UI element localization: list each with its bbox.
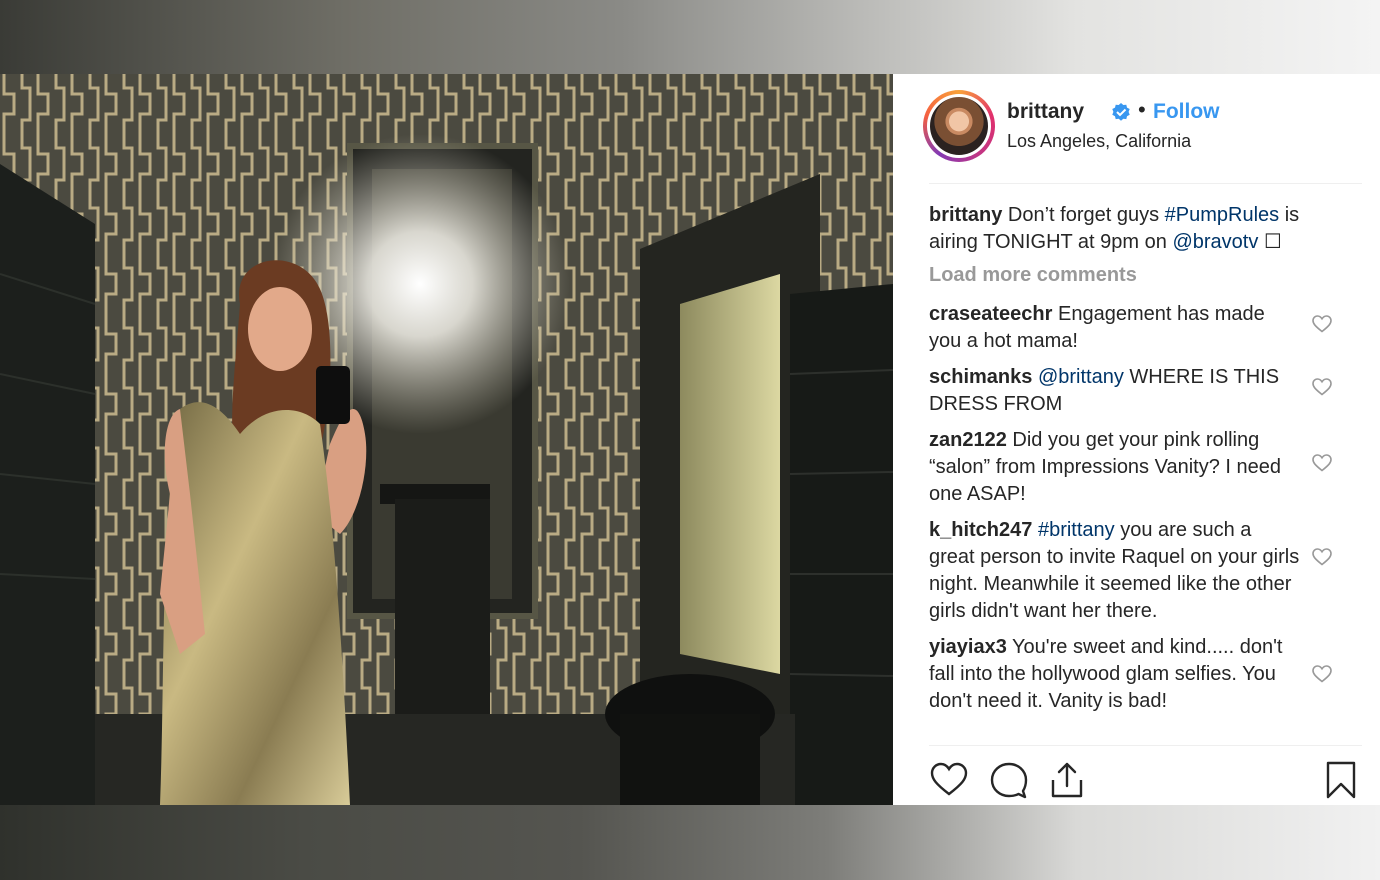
mention-link[interactable]: @bravotv [1172, 231, 1258, 253]
mention-link[interactable]: @brittany [1038, 366, 1124, 388]
username[interactable]: brittany [1007, 100, 1084, 124]
comment-like-heart-icon[interactable] [1312, 454, 1332, 472]
comments-list[interactable]: brittany Don’t forget guys #PumpRules is… [929, 202, 1362, 745]
post-side-panel: brittany • Follow Los Angeles, Californi… [893, 74, 1380, 805]
post-header: brittany • Follow Los Angeles, Californi… [923, 88, 1363, 184]
post-photo[interactable] [0, 74, 893, 805]
comment-username[interactable]: schimanks [929, 366, 1032, 388]
separator-dot: • [1138, 97, 1146, 122]
comment-bubble-icon[interactable] [989, 760, 1029, 800]
blurred-backdrop-top [0, 0, 1380, 74]
verified-badge-icon [1111, 102, 1131, 122]
share-icon[interactable] [1047, 760, 1087, 800]
avatar [930, 97, 988, 155]
divider [929, 745, 1362, 746]
comment-like-heart-icon[interactable] [1312, 548, 1332, 566]
heart-icon[interactable] [929, 760, 969, 800]
list-item: schimanks @brittany WHERE IS THIS DRESS … [929, 364, 1362, 418]
comment-username[interactable]: craseateechr [929, 303, 1052, 325]
comment-username[interactable]: yiayiax3 [929, 636, 1007, 658]
bookmark-icon[interactable] [1321, 760, 1361, 800]
post-caption: brittany Don’t forget guys #PumpRules is… [929, 204, 1300, 253]
hashtag-link[interactable]: #PumpRules [1165, 204, 1280, 226]
comment-like-heart-icon[interactable] [1312, 665, 1332, 683]
location-link[interactable]: Los Angeles, California [1007, 131, 1191, 152]
post-action-bar [929, 760, 1362, 800]
hashtag-link[interactable]: #brittany [1038, 519, 1115, 541]
caption-username[interactable]: brittany [929, 204, 1002, 226]
divider [929, 183, 1362, 184]
list-item: zan2122 Did you get your pink rolling “s… [929, 427, 1362, 508]
comment-like-heart-icon[interactable] [1312, 315, 1332, 333]
comment-like-heart-icon[interactable] [1312, 378, 1332, 396]
avatar-story-ring[interactable] [923, 90, 995, 162]
blurred-backdrop-bottom [0, 805, 1380, 880]
comment-username[interactable]: k_hitch247 [929, 519, 1032, 541]
list-item: yiayiax3 You're sweet and kind..... don'… [929, 634, 1362, 715]
follow-button[interactable]: Follow [1153, 100, 1220, 124]
comment-username[interactable]: zan2122 [929, 429, 1007, 451]
load-more-comments-button[interactable]: Load more comments [929, 264, 1362, 287]
list-item: k_hitch247 #brittany you are such a grea… [929, 517, 1362, 625]
list-item: craseateechr Engagement has made you a h… [929, 301, 1362, 355]
